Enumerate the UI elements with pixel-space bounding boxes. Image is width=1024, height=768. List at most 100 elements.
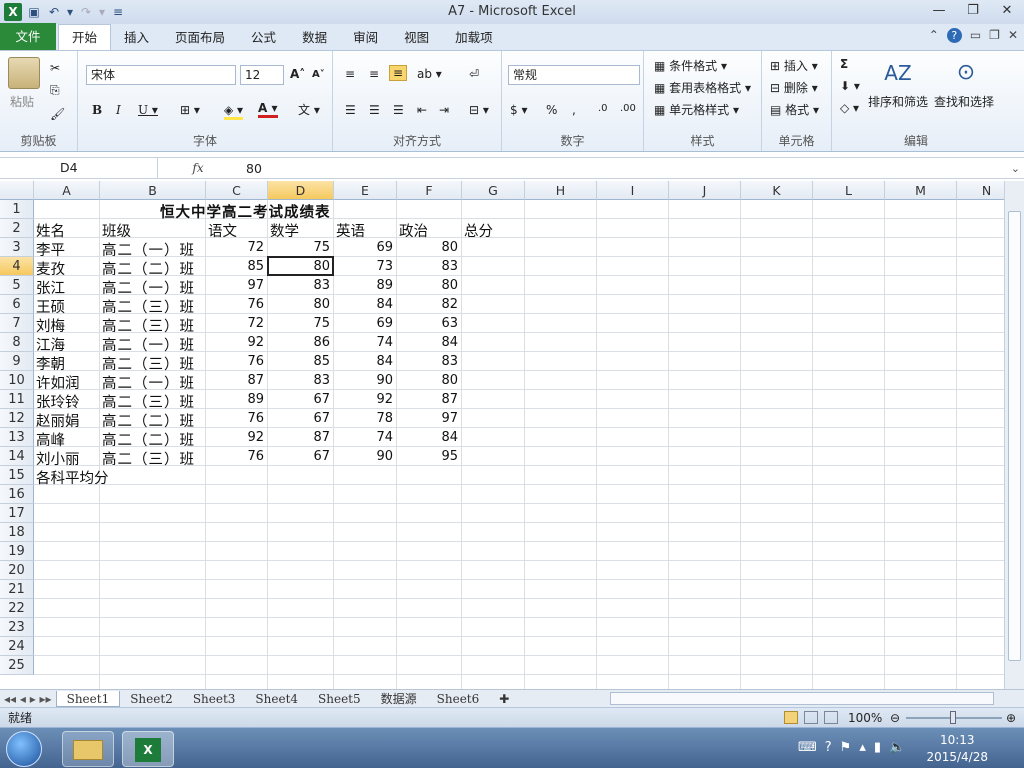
font-color-icon[interactable]: A ▾ [258,101,278,118]
select-all-corner[interactable] [0,181,34,200]
sort-filter-button[interactable]: 排序和筛选 [868,93,928,110]
minimize-button[interactable]: — [922,0,956,22]
row-header-10[interactable]: 10 [0,371,34,390]
wrap-text-icon[interactable]: ⏎ [469,67,479,81]
name-cell[interactable]: 麦孜 [36,258,65,279]
row-header-3[interactable]: 3 [0,238,34,257]
header-cell[interactable]: 姓名 [36,220,65,241]
insert-sheet-icon[interactable]: ✚ [489,691,519,707]
score-cell[interactable]: 69 [334,240,397,255]
score-cell[interactable]: 72 [206,316,268,331]
score-cell[interactable]: 95 [397,449,462,464]
volume-icon[interactable]: 🔈 [889,740,905,755]
comma-icon[interactable]: , [572,103,576,117]
class-cell[interactable]: 高二（二）班 [102,429,195,450]
fill-icon[interactable]: ⬇ ▾ [840,79,860,93]
underline-icon[interactable]: U ▾ [138,103,158,117]
row-header-12[interactable]: 12 [0,409,34,428]
score-cell[interactable]: 83 [397,354,462,369]
find-select-button[interactable]: 查找和选择 [934,93,994,110]
class-cell[interactable]: 高二（一）班 [102,277,195,298]
expand-formula-icon[interactable]: ⌄ [1011,162,1020,175]
tab-addins[interactable]: 加载项 [442,25,506,50]
phonetic-icon[interactable]: 文 ▾ [298,101,320,118]
score-cell[interactable]: 69 [334,316,397,331]
column-header-d[interactable]: D [268,181,334,200]
score-cell[interactable]: 80 [268,297,334,312]
insert-cells-button[interactable]: ⊞ 插入 ▾ [770,57,818,74]
vertical-scroll-thumb[interactable] [1008,211,1021,661]
score-cell[interactable]: 87 [397,392,462,407]
header-cell[interactable]: 数学 [270,220,299,241]
class-cell[interactable]: 高二（三）班 [102,391,195,412]
row-header-8[interactable]: 8 [0,333,34,352]
cut-icon[interactable]: ✂ [50,61,60,75]
score-cell[interactable]: 87 [268,430,334,445]
class-cell[interactable]: 高二（一）班 [102,239,195,260]
percent-icon[interactable]: % [546,103,557,117]
row-header-4[interactable]: 4 [0,257,34,276]
class-cell[interactable]: 高二（二）班 [102,258,195,279]
column-header-k[interactable]: K [741,181,813,200]
increase-decimal-icon[interactable]: .0 [598,103,608,114]
score-cell[interactable]: 75 [268,316,334,331]
score-cell[interactable]: 63 [397,316,462,331]
conditional-format-button[interactable]: ▦ 条件格式 ▾ [654,57,727,74]
score-cell[interactable]: 74 [334,335,397,350]
row-header-22[interactable]: 22 [0,599,34,618]
delete-cells-button[interactable]: ⊟ 删除 ▾ [770,79,818,96]
row-header-7[interactable]: 7 [0,314,34,333]
formula-input[interactable]: 80 [238,161,262,176]
score-cell[interactable]: 89 [206,392,268,407]
name-box[interactable]: D4 [0,158,158,178]
excel-taskbar-icon[interactable]: X [122,731,174,767]
row-header-23[interactable]: 23 [0,618,34,637]
score-cell[interactable]: 92 [206,430,268,445]
score-cell[interactable]: 80 [397,373,462,388]
name-cell[interactable]: 赵丽娟 [36,410,80,431]
score-cell[interactable]: 85 [268,354,334,369]
align-right-icon[interactable]: ☰ [393,103,404,117]
row-header-13[interactable]: 13 [0,428,34,447]
row-header-1[interactable]: 1 [0,200,34,219]
column-header-m[interactable]: M [885,181,957,200]
find-select-icon[interactable]: ⊙ [950,57,982,89]
row-header-18[interactable]: 18 [0,523,34,542]
score-cell[interactable]: 90 [334,449,397,464]
page-break-view-icon[interactable] [824,711,838,724]
bold-icon[interactable]: B [92,103,102,117]
help-tray-icon[interactable]: ? [825,740,832,755]
class-cell[interactable]: 高二（三）班 [102,448,195,469]
score-cell[interactable]: 84 [397,430,462,445]
score-cell[interactable]: 86 [268,335,334,350]
score-cell[interactable]: 72 [206,240,268,255]
show-hidden-icons-icon[interactable]: ▴ [859,740,866,755]
name-cell[interactable]: 王硕 [36,296,65,317]
score-cell[interactable]: 90 [334,373,397,388]
currency-icon[interactable]: $ ▾ [510,103,527,117]
sheet-tab-7[interactable]: Sheet6 [427,691,490,707]
row-header-11[interactable]: 11 [0,390,34,409]
align-middle-icon[interactable]: ≡ [369,67,379,81]
align-left-icon[interactable]: ☰ [345,103,356,117]
italic-icon[interactable]: I [116,103,121,117]
active-cell-d4[interactable] [267,256,334,276]
increase-indent-icon[interactable]: ⇥ [439,103,449,117]
restore-button[interactable]: ❐ [956,0,990,22]
paste-icon[interactable] [8,57,40,89]
shrink-font-icon[interactable]: A˅ [312,69,325,80]
score-cell[interactable]: 73 [334,259,397,274]
score-cell[interactable]: 67 [268,411,334,426]
orientation-icon[interactable]: ab ▾ [417,67,442,81]
insert-function-icon[interactable]: fx [158,161,238,175]
tab-page-layout[interactable]: 页面布局 [162,25,238,50]
zoom-level[interactable]: 100% [848,708,882,728]
name-cell[interactable]: 高峰 [36,429,65,450]
workbook-minimize-icon[interactable]: ▭ [970,28,981,43]
tab-review[interactable]: 审阅 [340,25,391,50]
vertical-scrollbar[interactable] [1004,181,1024,689]
score-cell[interactable]: 87 [206,373,268,388]
align-top-icon[interactable]: ≡ [345,67,355,81]
column-header-e[interactable]: E [334,181,397,200]
network-icon[interactable]: ▮ [874,740,881,755]
